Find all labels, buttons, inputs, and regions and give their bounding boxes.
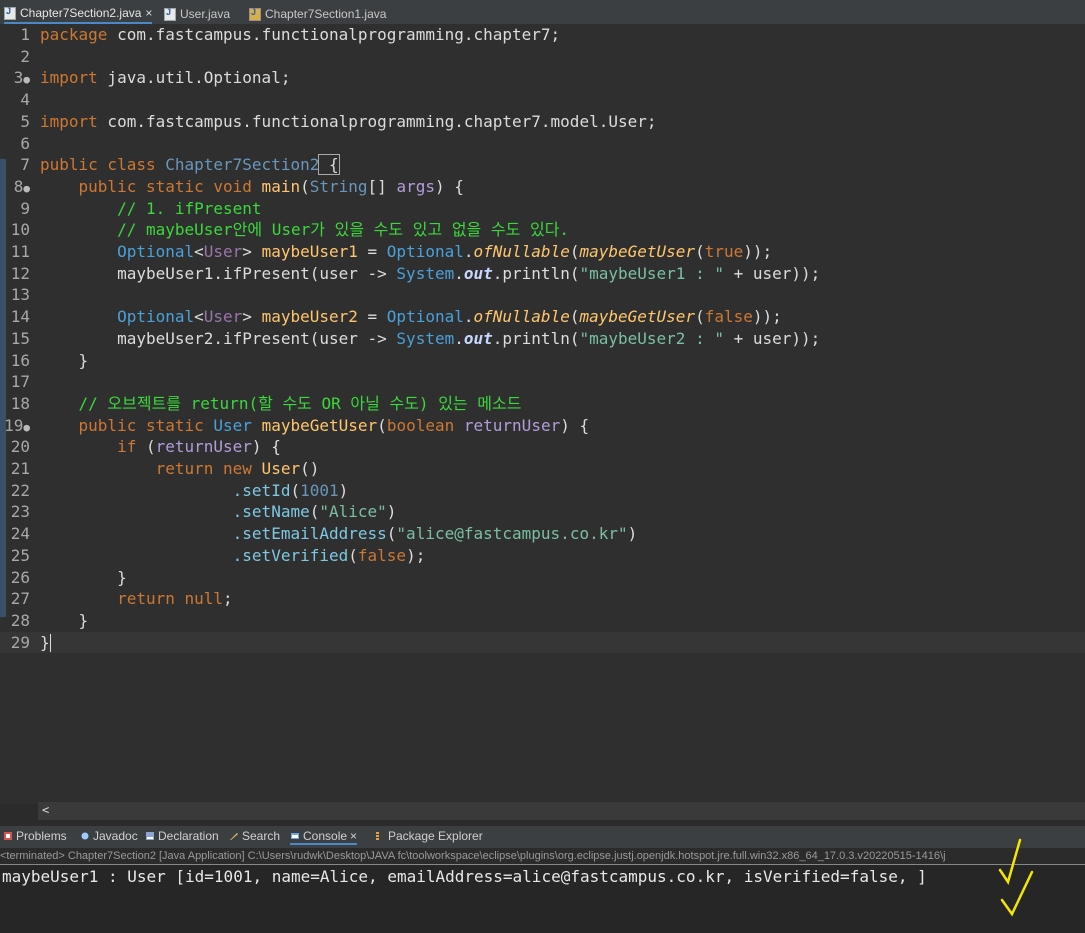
close-icon[interactable]: × <box>145 6 152 20</box>
code-line: 21 return new User() <box>10 459 320 478</box>
code-line: 19● public static User maybeGetUser(bool… <box>4 415 590 435</box>
code-line: 2 <box>20 46 30 66</box>
tab-user[interactable]: User.java <box>164 4 230 24</box>
java-file-icon <box>4 6 16 20</box>
tab-package-explorer[interactable]: Package Explorer <box>375 829 483 843</box>
code-line: 14 Optional<User> maybeUser2 = Optional.… <box>10 307 782 327</box>
code-line: 13 <box>10 285 30 305</box>
javadoc-icon <box>81 832 89 840</box>
code-line: 3● import java.util.Optional; <box>13 68 291 88</box>
fold-icon: ● <box>23 181 30 195</box>
code-line: 7 public class Chapter7Section2 { <box>20 154 340 176</box>
console-status-line: <terminated> Chapter7Section2 [Java Appl… <box>0 848 1085 865</box>
declaration-icon <box>146 832 154 840</box>
tab-label: Problems <box>16 829 67 843</box>
tab-label: Chapter7Section2.java <box>20 6 142 20</box>
console-output-line: maybeUser1 : User [id=1001, name=Alice, … <box>2 867 927 886</box>
code-line: 16 } <box>10 350 89 370</box>
horizontal-scrollbar[interactable]: < <box>38 802 1085 820</box>
tab-declaration[interactable]: Declaration <box>145 829 219 843</box>
code-line: 24 .setEmailAddress("alice@fastcampus.co… <box>10 524 638 544</box>
problems-icon <box>4 832 12 840</box>
code-line: 20 if (returnUser) { <box>10 437 281 457</box>
code-line: 1 package com.fastcampus.functionalprogra… <box>20 25 561 44</box>
code-line: 9 // 1. ifPresent <box>20 198 262 218</box>
close-icon[interactable]: × <box>350 829 357 843</box>
tab-console[interactable]: Console × <box>290 829 358 845</box>
code-line: 11 Optional<User> maybeUser1 = Optional.… <box>10 242 773 261</box>
view-tab-bar: Problems Javadoc Declaration Search Cons… <box>0 826 1085 848</box>
editor-tab-bar: Chapter7Section2.java × User.java Chapte… <box>0 0 1085 24</box>
scroll-left-icon[interactable]: < <box>42 803 49 817</box>
code-line: 18 // 오브젝트를 return(할 수도 OR 아닐 수도) 있는 메소드 <box>10 393 522 413</box>
code-line: 8● public static void main(String[] args… <box>13 176 464 196</box>
checkmark-annotation <box>998 838 1034 917</box>
code-line: 28 } <box>10 610 89 630</box>
code-line: 27 return null; <box>10 589 233 609</box>
tab-label: Chapter7Section1.java <box>265 7 387 21</box>
code-line: 6 <box>20 133 30 153</box>
code-line: 10 // maybeUser안에 User가 있을 수도 있고 없을 수도 있… <box>10 220 570 240</box>
tab-chapter7section2[interactable]: Chapter7Section2.java × <box>4 4 153 24</box>
tab-problems[interactable]: Problems <box>3 829 67 843</box>
package-explorer-icon <box>376 832 379 840</box>
code-line: 25 .setVerified(false); <box>10 545 426 565</box>
fold-icon: ● <box>23 73 30 87</box>
code-line: 5 import com.fastcampus.functionalprogram… <box>20 111 657 131</box>
search-icon <box>230 833 238 840</box>
java-class-icon <box>249 7 261 21</box>
tab-label: User.java <box>180 7 231 21</box>
text-cursor <box>49 634 51 653</box>
tab-label: Console <box>303 829 348 843</box>
code-line-current: 29} <box>0 631 1085 654</box>
code-line: 22 .setId(1001) <box>10 480 349 500</box>
code-line: 26 } <box>10 567 127 587</box>
tab-label: Search <box>242 829 281 843</box>
tab-label: Javadoc <box>93 829 138 843</box>
tab-search[interactable]: Search <box>229 829 280 843</box>
tab-label: Declaration <box>158 829 219 843</box>
console-output-panel[interactable]: maybeUser1 : User [id=1001, name=Alice, … <box>0 865 1085 933</box>
code-line: 15 maybeUser2.ifPresent(user -> System.o… <box>10 328 821 348</box>
code-line: 17 <box>10 372 30 392</box>
tab-javadoc[interactable]: Javadoc <box>80 829 138 843</box>
tab-label: Package Explorer <box>388 829 483 843</box>
code-line: 4 <box>20 90 30 110</box>
tab-chapter7section1[interactable]: Chapter7Section1.java <box>249 4 386 24</box>
code-line: 23 .setName("Alice") <box>10 502 397 522</box>
fold-icon: ● <box>23 420 30 434</box>
java-file-icon <box>164 7 176 21</box>
code-editor[interactable]: 1 package com.fastcampus.functionalprogra… <box>0 24 1085 804</box>
code-line: 12 maybeUser1.ifPresent(user -> System.o… <box>10 263 821 283</box>
console-icon <box>291 833 299 839</box>
